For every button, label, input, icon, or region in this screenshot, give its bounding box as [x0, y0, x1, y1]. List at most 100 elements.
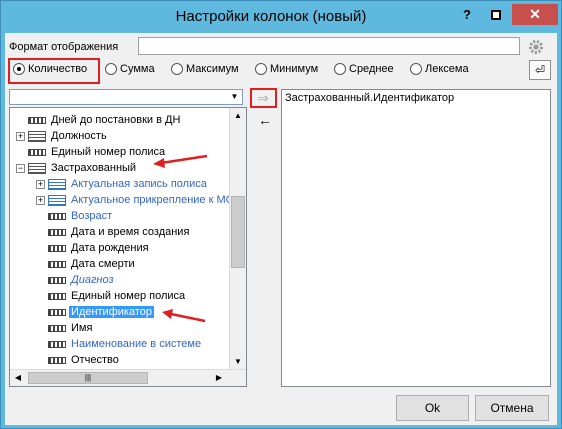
tree-row[interactable]: Единый номер полиса [16, 144, 167, 160]
tree-row[interactable]: Дата и время создания [36, 224, 191, 240]
insert-button[interactable]: ⏎ [529, 60, 551, 80]
tree-row-label: Актуальная запись полиса [71, 178, 207, 190]
tree-row[interactable]: Единый номер полиса [36, 288, 187, 304]
field-icon [48, 292, 66, 300]
field-icon [48, 260, 66, 268]
field-icon [28, 148, 46, 156]
tree-row-label: Идентификатор [69, 306, 154, 318]
close-icon: ✕ [529, 6, 541, 22]
tree-filter-combo[interactable]: ▼ [9, 89, 243, 105]
table-node-icon [48, 194, 66, 206]
tree-row-label: Дата смерти [71, 258, 135, 270]
help-icon: ? [463, 7, 471, 22]
field-icon [48, 244, 66, 252]
tree-row-label: Дата рождения [71, 242, 149, 254]
tree-row-label: Дней до постановки в ДН [51, 114, 181, 126]
annotation-highlight-box [250, 88, 277, 108]
tree-row-label: Дата и время создания [71, 226, 190, 238]
radio-avg[interactable]: Среднее [334, 63, 394, 75]
tree-row[interactable]: Диагноз [36, 272, 116, 288]
tree-row[interactable]: − Застрахованный [16, 160, 138, 176]
radio-lexeme[interactable]: Лексема [410, 63, 469, 75]
tree-row-label: Отчество [71, 354, 119, 366]
field-icon [48, 308, 66, 316]
radio-label: Максимум [186, 63, 239, 75]
scroll-thumb[interactable]: ||| [28, 372, 148, 384]
annotation-arrow-icon [153, 154, 208, 168]
tree-row[interactable]: Дата смерти [36, 256, 137, 272]
field-tree[interactable]: Дней до постановки в ДН + Должность Единый … [9, 107, 247, 387]
maximize-button[interactable] [482, 4, 510, 25]
radio-label: Среднее [349, 63, 394, 75]
field-icon [48, 276, 66, 284]
radio-label: Минимум [270, 63, 319, 75]
tree-row-label: Диагноз [71, 274, 114, 286]
field-icon [28, 116, 46, 124]
radio-dot-icon [171, 63, 183, 75]
arrow-left-icon: ← [258, 112, 272, 128]
maximize-icon [491, 9, 501, 20]
tree-row[interactable]: Дней до постановки в ДН [16, 112, 182, 128]
tree-row[interactable]: Отчество [36, 352, 121, 368]
tree-row-label: Единый номер полиса [51, 146, 166, 158]
radio-max[interactable]: Максимум [171, 63, 239, 75]
list-item[interactable]: Застрахованный.Идентификатор [285, 92, 454, 104]
tree-vertical-scrollbar[interactable]: ▲ ▼ [229, 108, 246, 370]
tree-row[interactable]: + Актуальное прикрепление к МС [36, 192, 236, 208]
dialog-window: Настройки колонок (новый) ? ✕ Формат ото… [0, 0, 562, 429]
insert-icon: ⏎ [534, 63, 546, 77]
scroll-right-icon[interactable]: ▶ [211, 370, 227, 386]
table-node-icon [48, 178, 66, 190]
radio-sum[interactable]: Сумма [105, 63, 155, 75]
format-label: Формат отображения [9, 41, 119, 53]
tree-row-label: Возраст [71, 210, 113, 222]
expand-icon[interactable]: + [36, 179, 45, 189]
ok-button[interactable]: Ok [396, 395, 469, 421]
radio-dot-icon [410, 63, 422, 75]
tree-row-label: Наименование в системе [71, 338, 202, 350]
expand-icon[interactable]: + [16, 131, 25, 141]
collapse-icon[interactable]: − [16, 163, 25, 173]
tree-row-label: Застрахованный [51, 162, 137, 174]
tree-row-label: Единый номер полиса [71, 290, 186, 302]
annotation-highlight-box [8, 58, 100, 84]
tree-row[interactable]: Имя [36, 320, 94, 336]
field-icon [48, 212, 66, 220]
tree-row[interactable]: + Должность [16, 128, 109, 144]
annotation-arrow-icon [162, 309, 206, 323]
selected-columns-list[interactable]: Застрахованный.Идентификатор [281, 89, 551, 387]
scroll-up-icon[interactable]: ▲ [230, 108, 246, 124]
tree-row[interactable]: Наименование в системе [36, 336, 203, 352]
table-node-icon [28, 162, 46, 174]
tree-horizontal-scrollbar[interactable]: ◀ ||| ▶ [10, 369, 246, 386]
format-input[interactable] [138, 37, 520, 55]
radio-dot-icon [334, 63, 346, 75]
field-icon [48, 356, 66, 364]
cancel-button[interactable]: Отмена [475, 395, 549, 421]
dialog-body: Формат отображения Количество Сумма Макс… [5, 33, 557, 425]
scroll-left-icon[interactable]: ◀ [10, 370, 26, 386]
tree-row-label: Имя [71, 322, 93, 334]
close-button[interactable]: ✕ [512, 4, 558, 25]
table-node-icon [28, 130, 46, 142]
title-bar[interactable]: Настройки колонок (новый) ? ✕ [1, 1, 561, 33]
tree-row[interactable]: Дата рождения [36, 240, 151, 256]
radio-min[interactable]: Минимум [255, 63, 318, 75]
help-button[interactable]: ? [453, 4, 481, 25]
radio-dot-icon [105, 63, 117, 75]
field-icon [48, 340, 66, 348]
tree-row[interactable]: Идентификатор [36, 304, 154, 320]
scroll-down-icon[interactable]: ▼ [230, 354, 246, 370]
tree-row-label: Должность [51, 130, 107, 142]
scroll-thumb[interactable] [231, 196, 245, 268]
tree-row[interactable]: + Актуальная запись полиса [36, 176, 209, 192]
tree-row[interactable]: Возраст [36, 208, 114, 224]
field-icon [48, 228, 66, 236]
move-left-button[interactable]: ← [254, 111, 276, 129]
settings-button[interactable] [525, 36, 547, 58]
gear-icon [529, 40, 543, 54]
radio-dot-icon [255, 63, 267, 75]
expand-icon[interactable]: + [36, 195, 45, 205]
tree-row-label: Актуальное прикрепление к МС [71, 194, 234, 206]
chevron-down-icon[interactable]: ▼ [227, 90, 242, 104]
